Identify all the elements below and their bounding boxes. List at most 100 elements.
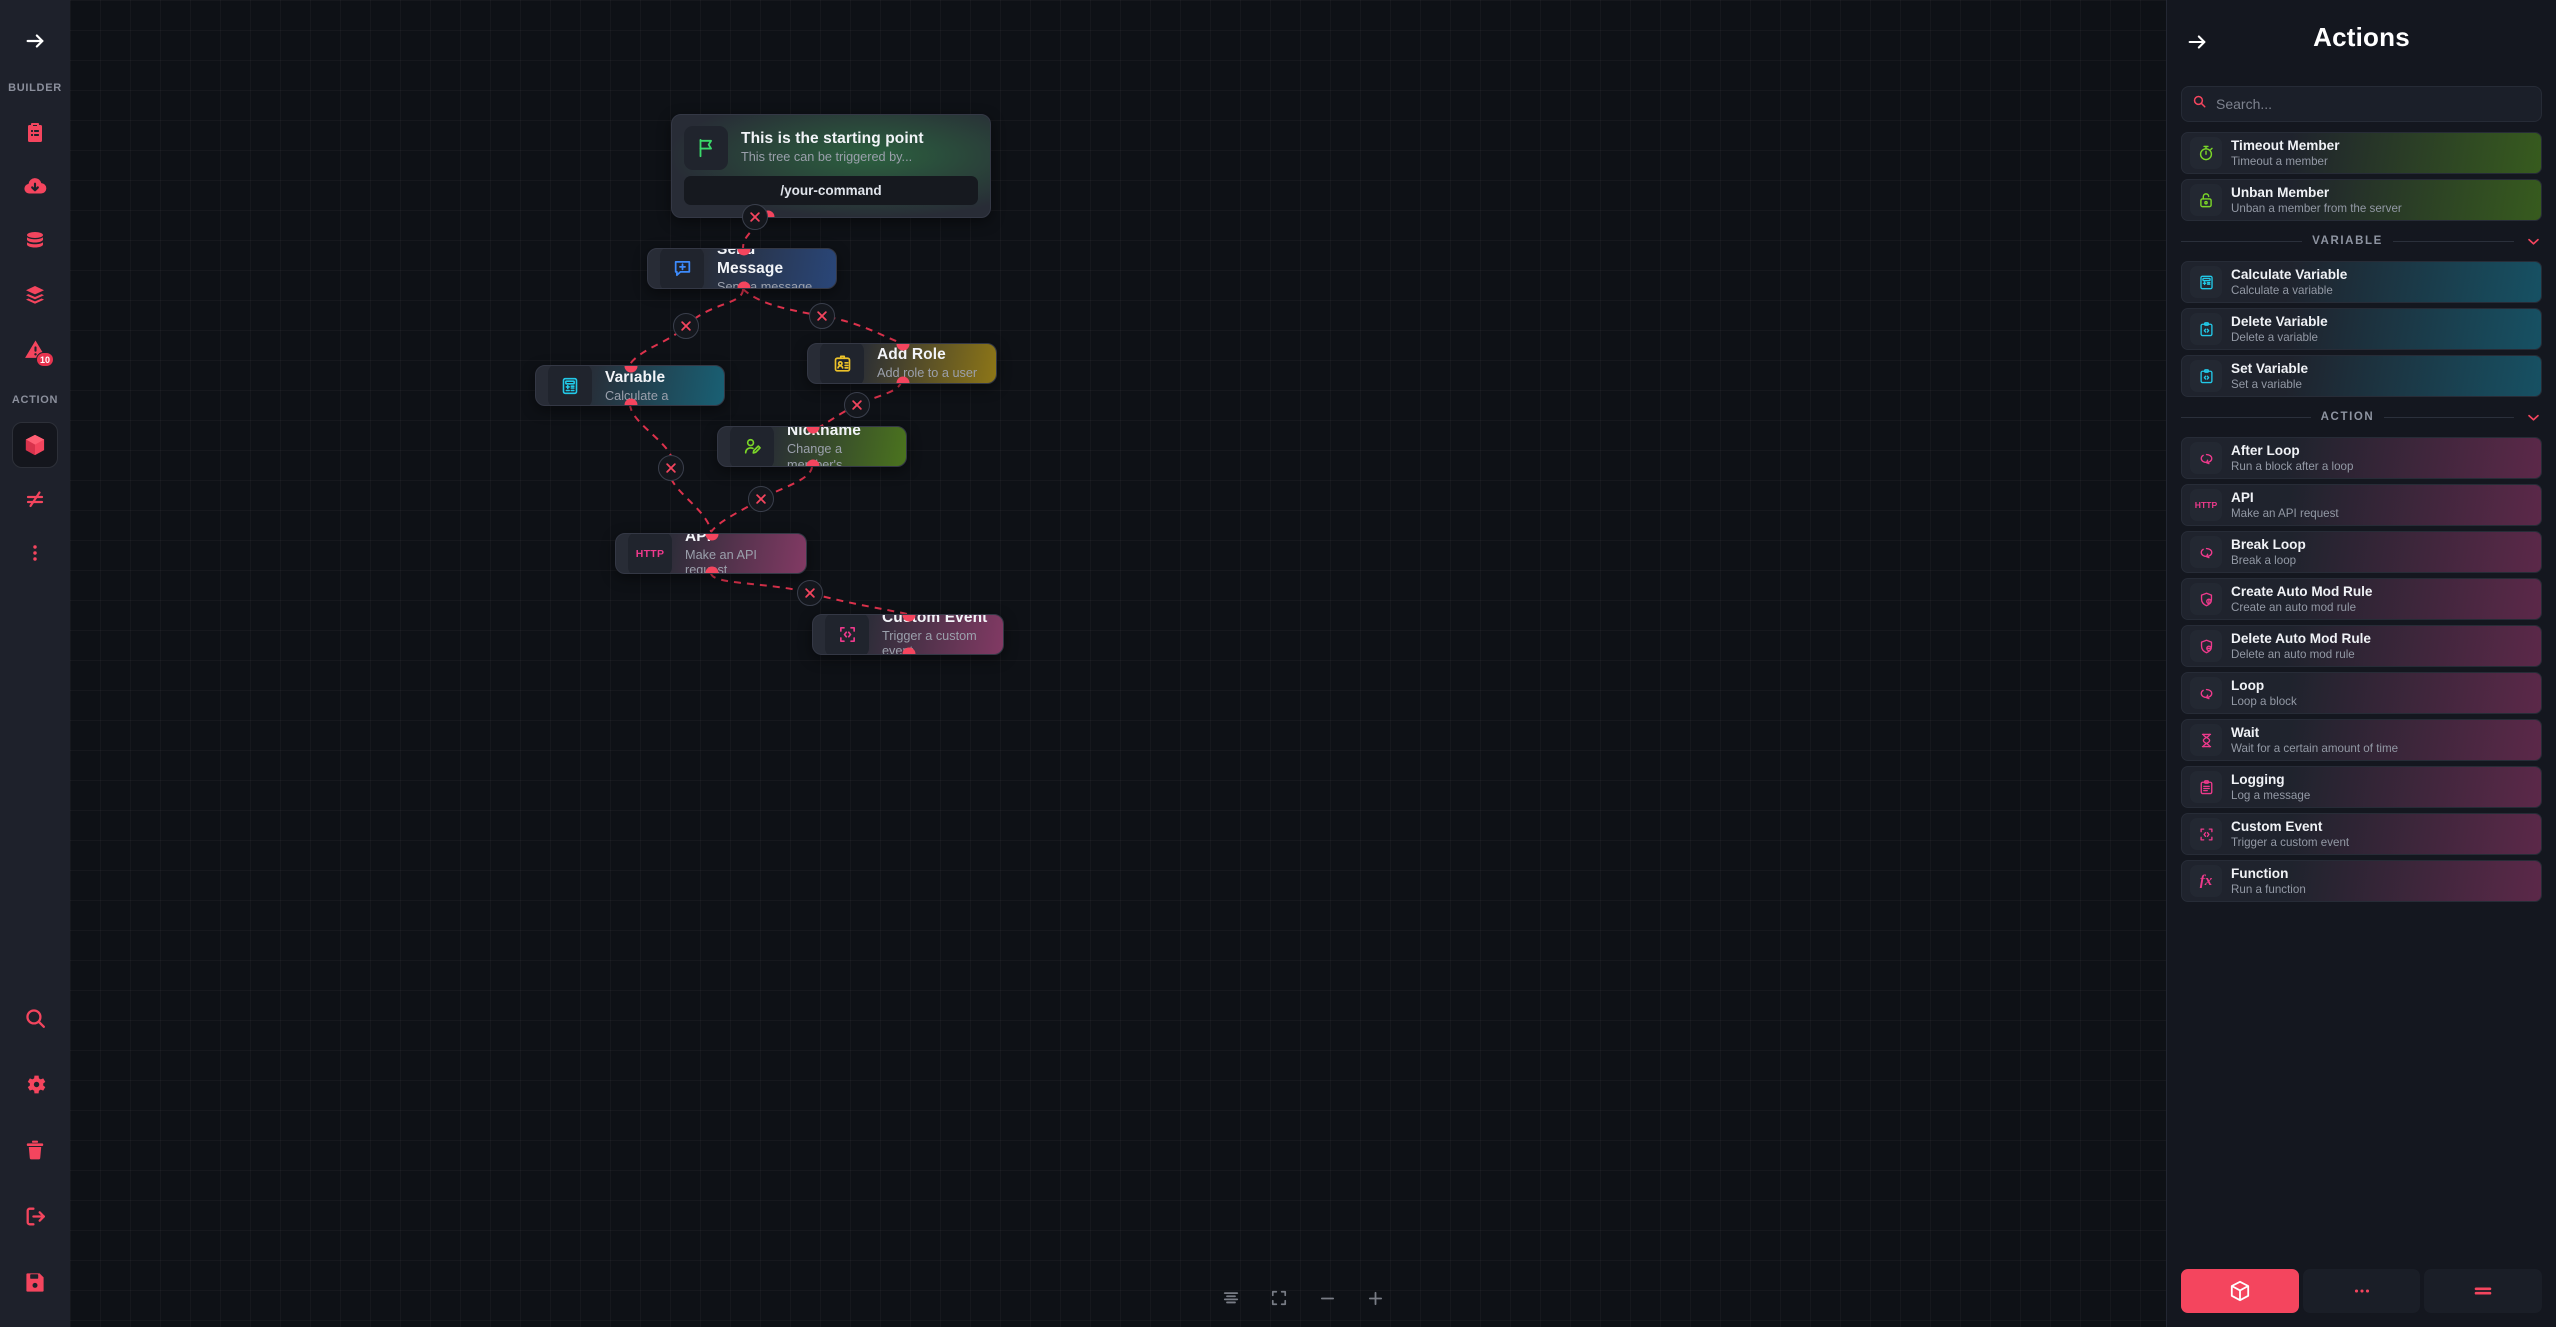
remove-edge-button[interactable] — [844, 392, 870, 418]
action-item-calculate-variable[interactable]: Calculate Variable Calculate a variable — [2181, 261, 2542, 303]
chevron-down-icon[interactable] — [2524, 234, 2542, 249]
action-item-set-variable[interactable]: Set Variable Set a variable — [2181, 355, 2542, 397]
group-header-action[interactable]: ACTION — [2181, 402, 2542, 432]
action-item-break-loop[interactable]: Break Loop Break a loop — [2181, 531, 2542, 573]
page-title: Actions — [2313, 22, 2410, 52]
action-item-delete-variable[interactable]: Delete Variable Delete a variable — [2181, 308, 2542, 350]
user-edit-icon — [730, 427, 774, 466]
actions-panel-footer — [2167, 1263, 2556, 1327]
actions-panel: Actions Timeout Member Timeout a member — [2166, 0, 2556, 1327]
brackets-code-icon — [2190, 818, 2222, 850]
node-output-port[interactable] — [737, 281, 751, 288]
group-header-variable[interactable]: VARIABLE — [2181, 226, 2542, 256]
loop-icon — [2190, 536, 2222, 568]
node-title: This is the starting point — [741, 130, 924, 148]
action-item-after-loop[interactable]: After Loop Run a block after a loop — [2181, 437, 2542, 479]
action-item-function[interactable]: fx Function Run a function — [2181, 860, 2542, 902]
command-pill[interactable]: /your-command — [684, 176, 978, 205]
actions-list[interactable]: Timeout Member Timeout a member Unban Me… — [2167, 132, 2556, 1263]
sidebar-item-layers[interactable] — [12, 272, 58, 318]
action-item-timeout-member[interactable]: Timeout Member Timeout a member — [2181, 132, 2542, 174]
remove-edge-button[interactable] — [809, 303, 835, 329]
sidebar-logout-icon[interactable] — [12, 1193, 58, 1239]
remove-edge-button[interactable] — [797, 580, 823, 606]
sidebar-item-events[interactable] — [12, 164, 58, 210]
group-label: VARIABLE — [2312, 235, 2383, 247]
node-subtitle: Add role to a user — [877, 365, 978, 380]
sidebar-trash-icon[interactable] — [12, 1127, 58, 1173]
action-desc: Create an auto mod rule — [2231, 600, 2357, 614]
remove-edge-button[interactable] — [673, 313, 699, 339]
action-item-api[interactable]: HTTP API Make an API request — [2181, 484, 2542, 526]
loop-icon — [2190, 442, 2222, 474]
sidebar-item-errors[interactable]: 10 — [12, 326, 58, 372]
clipboard-code-icon — [2190, 313, 2222, 345]
node-title: Add Role — [877, 345, 946, 363]
node-calculate-variable[interactable]: Calculate Variable Calculate a variable — [535, 365, 725, 406]
node-send-message[interactable]: Send Message Send a message — [647, 248, 837, 289]
calculator-icon — [2190, 266, 2222, 298]
node-member-nickname[interactable]: Member Nickname Change a member's nickna… — [717, 426, 907, 467]
flow-canvas[interactable]: This is the starting point This tree can… — [70, 0, 2166, 1327]
action-item-custom-event[interactable]: Custom Event Trigger a custom event — [2181, 813, 2542, 855]
action-item-create-auto-mod-rule[interactable]: Create Auto Mod Rule Create an auto mod … — [2181, 578, 2542, 620]
fx-icon: fx — [2190, 865, 2222, 897]
footer-blocks-tab[interactable] — [2181, 1269, 2299, 1313]
action-desc: Log a message — [2231, 788, 2311, 802]
action-item-wait[interactable]: Wait Wait for a certain amount of time — [2181, 719, 2542, 761]
action-desc: Wait for a certain amount of time — [2231, 741, 2399, 755]
sidebar-save-icon[interactable] — [12, 1259, 58, 1305]
footer-list-tab[interactable] — [2424, 1269, 2543, 1313]
shield-plus-icon — [2190, 583, 2222, 615]
node-output-port[interactable] — [624, 398, 638, 405]
zoom-out-minus-icon[interactable] — [1316, 1287, 1338, 1309]
node-output-port[interactable] — [896, 376, 910, 383]
action-item-loop[interactable]: Loop Loop a block — [2181, 672, 2542, 714]
action-item-delete-auto-mod-rule[interactable]: Delete Auto Mod Rule Delete an auto mod … — [2181, 625, 2542, 667]
node-api[interactable]: HTTP API Make an API request — [615, 533, 807, 574]
remove-edge-button[interactable] — [748, 486, 774, 512]
sidebar-item-commands[interactable] — [12, 110, 58, 156]
errors-badge: 10 — [35, 352, 54, 367]
sidebar-item-blocks[interactable] — [12, 422, 58, 468]
clipboard-lines-icon — [2190, 771, 2222, 803]
node-custom-event[interactable]: Custom Event Trigger a custom event — [812, 614, 1004, 655]
http-icon: HTTP — [628, 534, 672, 573]
search-input-wrapper[interactable] — [2181, 86, 2542, 122]
sidebar-item-conditions[interactable] — [12, 476, 58, 522]
node-add-role[interactable]: Add Role Add role to a user — [807, 343, 997, 384]
fit-view-icon[interactable] — [1268, 1287, 1290, 1309]
flag-icon — [684, 126, 728, 170]
action-item-logging[interactable]: Logging Log a message — [2181, 766, 2542, 808]
action-item-unban-member[interactable]: Unban Member Unban a member from the ser… — [2181, 179, 2542, 221]
sidebar-expand-arrow-right-icon[interactable] — [16, 22, 54, 60]
node-subtitle: Make an API request — [685, 547, 757, 573]
action-desc: Trigger a custom event — [2231, 835, 2350, 849]
sidebar-item-database[interactable] — [12, 218, 58, 264]
node-output-port[interactable] — [705, 566, 719, 573]
node-title: Send Message — [717, 248, 784, 278]
action-name: Loop — [2231, 677, 2265, 693]
node-subtitle: Change a member's nickname — [787, 442, 843, 466]
sidebar-search-icon[interactable] — [12, 995, 58, 1041]
footer-more-tab[interactable] — [2302, 1269, 2421, 1313]
sidebar-item-more[interactable] — [12, 530, 58, 576]
node-starting-point[interactable]: This is the starting point This tree can… — [671, 114, 991, 218]
action-name: Unban Member — [2231, 184, 2330, 200]
search-input[interactable] — [2216, 96, 2531, 112]
action-name: Calculate Variable — [2231, 266, 2348, 282]
action-name: Wait — [2231, 724, 2260, 740]
zoom-in-plus-icon[interactable] — [1364, 1287, 1386, 1309]
action-name: Set Variable — [2231, 360, 2309, 376]
clipboard-code-icon — [2190, 360, 2222, 392]
remove-edge-button[interactable] — [742, 204, 768, 230]
align-icon[interactable] — [1220, 1287, 1242, 1309]
node-output-port[interactable] — [806, 459, 820, 466]
action-desc: Set a variable — [2231, 377, 2302, 391]
node-output-port[interactable] — [902, 647, 916, 654]
chevron-down-icon[interactable] — [2524, 410, 2542, 425]
brackets-code-icon — [825, 615, 869, 654]
remove-edge-button[interactable] — [658, 455, 684, 481]
sidebar-gear-icon[interactable] — [12, 1061, 58, 1107]
action-name: Break Loop — [2231, 536, 2306, 552]
